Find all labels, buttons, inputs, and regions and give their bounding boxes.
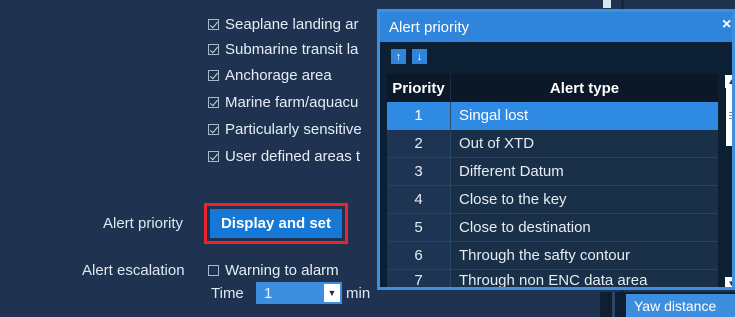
background-yaw-distance: Yaw distance	[600, 292, 735, 317]
checkbox-icon[interactable]	[208, 264, 219, 276]
move-up-icon[interactable]: ↑	[391, 49, 406, 64]
priority-table: Priority Alert type 1 Singal lost 2 Out …	[387, 74, 732, 287]
table-body: 1 Singal lost 2 Out of XTD 3 Different D…	[387, 102, 718, 287]
close-icon[interactable]: ×	[722, 16, 732, 34]
table-row[interactable]: 1 Singal lost	[387, 102, 718, 130]
checkbox-particularly-sensitive[interactable]: Particularly sensitive	[208, 116, 362, 142]
yaw-distance-field[interactable]: Yaw distance	[626, 294, 735, 317]
table-row[interactable]: 2 Out of XTD	[387, 130, 718, 158]
checkbox-seaplane-landing[interactable]: Seaplane landing ar	[208, 11, 358, 37]
checkbox-icon[interactable]	[208, 96, 219, 108]
scroll-up-icon[interactable]: ▲	[725, 75, 732, 88]
checkbox-label: Warning to alarm	[225, 261, 339, 279]
checkbox-icon[interactable]	[208, 18, 219, 30]
cell-alert-type: Singal lost	[450, 102, 718, 130]
cell-alert-type: Out of XTD	[450, 130, 718, 158]
checkbox-warning-to-alarm[interactable]: Warning to alarm	[208, 257, 339, 283]
table-header: Priority Alert type	[387, 74, 718, 102]
cell-priority: 2	[387, 130, 450, 158]
cell-alert-type: Different Datum	[450, 158, 718, 186]
time-label: Time	[211, 285, 244, 302]
scrollbar-thumb[interactable]	[726, 88, 732, 146]
checkbox-icon[interactable]	[208, 69, 219, 81]
display-and-set-highlight: Display and set	[204, 203, 348, 244]
table-row[interactable]: 3 Different Datum	[387, 158, 718, 186]
dialog-title: Alert priority	[389, 18, 470, 36]
scroll-down-icon[interactable]: ▼	[725, 277, 732, 287]
checkbox-icon[interactable]	[208, 150, 219, 162]
alert-priority-dialog: Alert priority × ↑ ↓ Priority Alert type…	[377, 9, 735, 290]
time-select[interactable]: 1 ▼	[256, 282, 342, 304]
cell-alert-type: Through non ENC data area	[450, 270, 718, 287]
move-down-icon[interactable]: ↓	[412, 49, 427, 64]
table-row[interactable]: 4 Close to the key	[387, 186, 718, 214]
checkbox-label: Anchorage area	[225, 66, 332, 84]
checkbox-label: Submarine transit la	[225, 40, 359, 58]
background-top-strip	[598, 0, 735, 8]
column-header-alert-type[interactable]: Alert type	[450, 74, 718, 102]
checkbox-icon[interactable]	[208, 123, 219, 135]
table-row[interactable]: 5 Close to destination	[387, 214, 718, 242]
cell-priority: 6	[387, 242, 450, 270]
checkbox-label: Particularly sensitive	[225, 120, 362, 138]
cell-priority: 1	[387, 102, 450, 130]
time-value: 1	[264, 284, 273, 302]
checkbox-label: Seaplane landing ar	[225, 15, 359, 33]
cell-priority: 3	[387, 158, 450, 186]
cell-alert-type: Close to destination	[450, 214, 718, 242]
alert-priority-label: Alert priority	[103, 215, 184, 232]
cell-priority: 4	[387, 186, 450, 214]
checkbox-marine-farm[interactable]: Marine farm/aquacu	[208, 89, 358, 115]
checkbox-user-defined-areas[interactable]: User defined areas t	[208, 143, 360, 169]
table-scrollbar[interactable]: ▲ ▼	[725, 74, 732, 287]
table-row[interactable]: 7 Through non ENC data area	[387, 270, 718, 287]
alert-escalation-label: Alert escalation	[82, 262, 185, 279]
checkbox-anchorage-area[interactable]: Anchorage area	[208, 62, 332, 88]
checkbox-icon[interactable]	[208, 43, 219, 55]
dialog-header: Alert priority ×	[380, 12, 732, 42]
cell-alert-type: Close to the key	[450, 186, 718, 214]
cell-alert-type: Through the safty contour	[450, 242, 718, 270]
checkbox-label: User defined areas t	[225, 147, 361, 165]
column-header-priority[interactable]: Priority	[387, 74, 450, 102]
chevron-down-icon[interactable]: ▼	[324, 284, 340, 302]
checkbox-label: Marine farm/aquacu	[225, 93, 359, 111]
table-row[interactable]: 6 Through the safty contour	[387, 242, 718, 270]
checkbox-submarine-transit[interactable]: Submarine transit la	[208, 36, 358, 62]
display-and-set-button[interactable]: Display and set	[210, 209, 342, 238]
cell-priority: 7	[387, 270, 450, 287]
time-unit-label: min	[346, 285, 371, 302]
cell-priority: 5	[387, 214, 450, 242]
dialog-toolbar: ↑ ↓	[391, 49, 427, 64]
